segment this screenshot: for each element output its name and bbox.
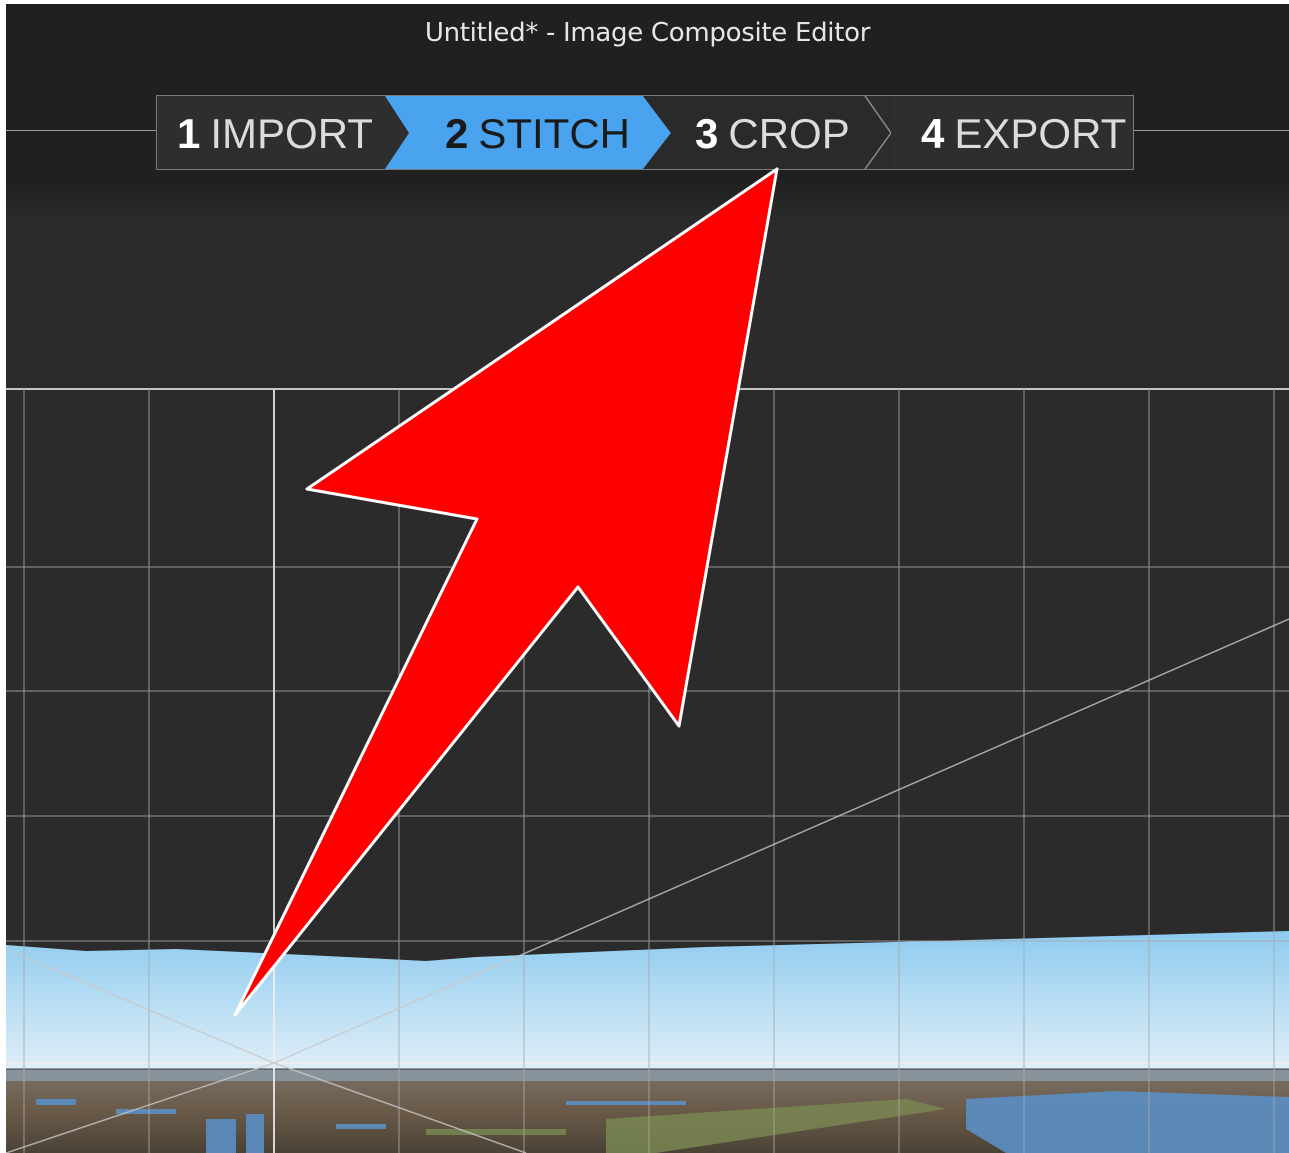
app-window: Untitled* - Image Composite Editor 1 IMP…: [6, 4, 1289, 1153]
stitch-canvas[interactable]: [6, 219, 1289, 1153]
step-export-number: 4: [921, 110, 945, 157]
step-import[interactable]: 1 IMPORT: [177, 96, 373, 169]
step-stitch-label: STITCH: [478, 110, 631, 157]
step-import-label: IMPORT: [210, 110, 373, 157]
step-stitch-number: 2: [445, 110, 469, 157]
workflow-steps: 1 IMPORT 2 STITCH 3 CROP 4 EXPORT: [156, 95, 1134, 170]
step-crop-number: 3: [695, 110, 719, 157]
panorama-horizon-haze: [6, 1069, 1289, 1081]
title-bar: Untitled* - Image Composite Editor 1 IMP…: [6, 4, 1289, 219]
step-export[interactable]: 4 EXPORT: [921, 96, 1126, 169]
step-import-number: 1: [177, 110, 201, 157]
step-crop[interactable]: 3 CROP: [695, 96, 850, 169]
window-title: Untitled* - Image Composite Editor: [424, 18, 871, 48]
step-stitch[interactable]: 2 STITCH: [445, 96, 630, 169]
step-line-left: [6, 130, 156, 131]
panorama-preview[interactable]: [6, 219, 1289, 1153]
step-line-right: [1134, 130, 1289, 131]
step-export-label: EXPORT: [954, 110, 1127, 157]
panorama-sky: [6, 931, 1289, 1069]
step-crop-label: CROP: [728, 110, 850, 157]
